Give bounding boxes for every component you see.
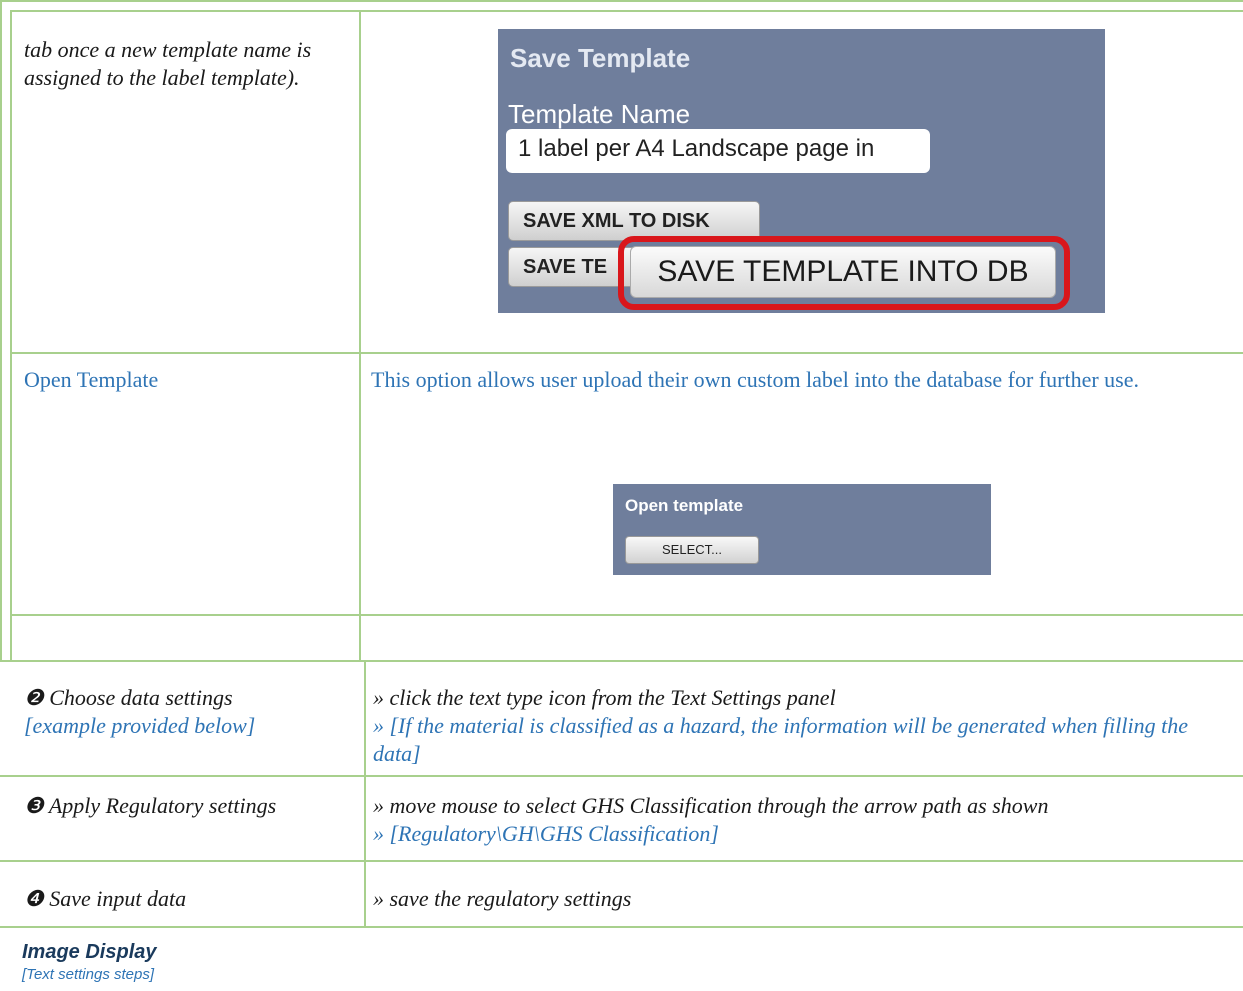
step-2-subtitle: [example provided below]: [24, 713, 256, 738]
step-2-line2: » [If the material is classified as a ha…: [373, 713, 1188, 766]
table-mid-border: [359, 10, 361, 662]
table-top-inner-border: [10, 10, 1243, 12]
image-display-subtitle: [Text settings steps]: [22, 966, 155, 983]
step-3-line2: » [Regulatory\GH\GHS Classification]: [373, 821, 719, 846]
row1-left-text: tab once a new template name is assigned…: [24, 37, 312, 90]
table-outer-left-border: [0, 0, 2, 662]
row-divider-1: [10, 352, 1243, 354]
save-xml-to-disk-button[interactable]: SAVE XML TO DISK: [508, 201, 760, 241]
table-left-border: [10, 10, 12, 662]
table-top-border: [0, 0, 1243, 2]
step-4-icon: ❹: [24, 886, 44, 911]
open-template-screenshot: Open template SELECT...: [613, 484, 991, 575]
step-4-title: ❹ Save input data: [24, 886, 187, 911]
template-name-label: Template Name: [508, 99, 691, 129]
open-template-label: Open Template: [24, 367, 159, 392]
step-3-line1: » move mouse to select GHS Classificatio…: [373, 793, 1049, 818]
step-3-icon: ❸: [24, 793, 44, 818]
open-template-description: This option allows user upload their own…: [371, 367, 1139, 392]
save-template-into-db-button[interactable]: SAVE TEMPLATE INTO DB: [630, 246, 1056, 298]
step-3-title: ❸ Apply Regulatory settings: [24, 793, 277, 818]
step-4-line1: » save the regulatory settings: [373, 886, 632, 911]
open-template-title: Open template: [625, 496, 744, 515]
template-name-field[interactable]: 1 label per A4 Landscape page in: [506, 129, 930, 173]
image-display-heading: Image Display: [22, 941, 157, 963]
row-divider-2: [10, 614, 1243, 616]
steps-divider-3: [0, 926, 1243, 928]
steps-divider-2: [0, 860, 1243, 862]
step-2-title: ❷ Choose data settings: [24, 685, 233, 710]
save-template-title: Save Template: [510, 43, 691, 73]
steps-divider-1: [0, 775, 1243, 777]
step-2-icon: ❷: [24, 685, 44, 710]
select-button[interactable]: SELECT...: [625, 536, 759, 564]
step-2-line1: » click the text type icon from the Text…: [373, 685, 836, 710]
steps-mid-border: [364, 662, 366, 928]
table-top-bottom-border: [0, 660, 1243, 662]
